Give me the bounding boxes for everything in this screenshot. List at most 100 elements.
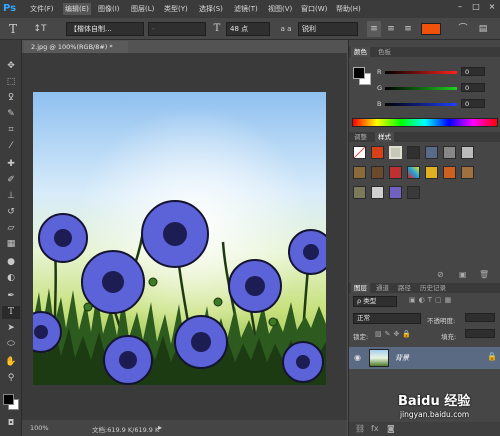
channel-r-slider[interactable]	[385, 71, 457, 74]
new-style-icon[interactable]: ▣	[459, 270, 467, 279]
menu-image[interactable]: 图像(I)	[98, 3, 120, 15]
dodge-tool-icon[interactable]: ◐	[2, 272, 20, 285]
tab-channels[interactable]: 通道	[373, 283, 392, 293]
tab-paths[interactable]: 路径	[395, 283, 414, 293]
channel-g-slider[interactable]	[385, 87, 457, 90]
minimize-button[interactable]: –	[453, 1, 467, 13]
style-swatch[interactable]	[425, 146, 438, 159]
text-orientation-icon[interactable]: ↕T	[33, 21, 47, 37]
layer-row-background[interactable]: ◉ 背景 🔒	[349, 347, 500, 369]
align-center-icon[interactable]: ≡	[384, 21, 398, 37]
style-swatch[interactable]	[443, 146, 456, 159]
layer-name[interactable]: 背景	[395, 353, 409, 363]
menu-edit[interactable]: 编辑(E)	[63, 3, 91, 15]
layer-style-icon[interactable]: fx	[371, 424, 379, 433]
warp-text-icon[interactable]: ⌒	[456, 21, 470, 37]
tab-swatches[interactable]: 色板	[375, 47, 394, 57]
pen-tool-icon[interactable]: ✒	[2, 290, 20, 303]
layer-filter-icons[interactable]: ▣◐T▢▦	[409, 296, 454, 304]
healing-brush-tool-icon[interactable]: ✚	[2, 158, 20, 171]
tab-history[interactable]: 历史记录	[417, 283, 449, 293]
move-tool-icon[interactable]: ✥	[2, 60, 20, 73]
blend-mode-select[interactable]: 正常	[353, 313, 421, 324]
opacity-field[interactable]	[465, 313, 495, 322]
style-swatch[interactable]	[407, 146, 420, 159]
font-size-select[interactable]: 48 点	[226, 22, 270, 36]
fg-color-chip[interactable]	[353, 67, 365, 79]
tab-adjustments[interactable]: 调整	[351, 132, 370, 142]
font-style-select[interactable]: -	[148, 22, 206, 36]
menu-view[interactable]: 视图(V)	[268, 3, 292, 15]
style-swatch[interactable]	[443, 166, 456, 179]
blur-tool-icon[interactable]: ●	[2, 256, 20, 269]
quick-select-tool-icon[interactable]: ✎	[2, 108, 20, 121]
add-mask-icon[interactable]: ◙	[387, 424, 395, 433]
lock-icons[interactable]: ▨✎✥🔒	[375, 330, 414, 338]
style-swatch[interactable]	[371, 146, 384, 159]
tab-styles[interactable]: 样式	[375, 132, 394, 142]
close-button[interactable]: ×	[485, 1, 499, 13]
zoom-tool-icon[interactable]: ⚲	[2, 372, 20, 385]
style-swatch[interactable]	[389, 186, 402, 199]
delete-style-icon[interactable]: 🗑	[479, 270, 489, 279]
text-color-swatch[interactable]	[421, 23, 441, 35]
hand-tool-icon[interactable]: ✋	[2, 356, 20, 369]
path-select-tool-icon[interactable]: ➤	[2, 322, 20, 335]
menu-help[interactable]: 帮助(H)	[336, 3, 361, 15]
style-swatch[interactable]	[371, 186, 384, 199]
anti-alias-select[interactable]: 锐利	[298, 22, 358, 36]
layer-filter-select[interactable]: ρ 类型	[353, 296, 397, 307]
crop-tool-icon[interactable]: ⌗	[2, 124, 20, 137]
type-tool-icon[interactable]: T	[6, 21, 20, 37]
character-panel-icon[interactable]: ▤	[476, 21, 490, 37]
style-swatch[interactable]	[407, 186, 420, 199]
menu-window[interactable]: 窗口(W)	[301, 3, 327, 15]
document-canvas[interactable]	[33, 92, 326, 385]
style-swatch[interactable]	[407, 166, 420, 179]
eyedropper-tool-icon[interactable]: ⁄	[2, 140, 20, 153]
zoom-level[interactable]: 100%	[30, 424, 49, 432]
foreground-color-swatch[interactable]	[3, 394, 14, 405]
color-spectrum-bar[interactable]	[352, 118, 498, 127]
channel-g-value[interactable]: 0	[461, 83, 485, 92]
visibility-eye-icon[interactable]: ◉	[354, 353, 361, 362]
channel-b-slider[interactable]	[385, 103, 457, 106]
style-swatch[interactable]	[425, 166, 438, 179]
canvas-area[interactable]	[22, 53, 347, 420]
status-menu-arrow-icon[interactable]: ▸	[158, 423, 162, 432]
style-none[interactable]	[353, 146, 366, 159]
link-layers-icon[interactable]: ⛓	[355, 424, 365, 433]
type-tool-button-icon[interactable]: T	[2, 306, 20, 319]
font-family-select[interactable]: 【楷体自制...	[66, 22, 144, 36]
tab-color[interactable]: 颜色	[351, 47, 370, 57]
tab-layers[interactable]: 图层	[351, 283, 370, 293]
fill-field[interactable]	[465, 329, 495, 338]
style-swatch[interactable]	[353, 166, 366, 179]
style-swatch[interactable]	[371, 166, 384, 179]
align-right-icon[interactable]: ≡	[401, 21, 415, 37]
align-left-icon[interactable]: ≡	[367, 21, 381, 37]
maximize-button[interactable]: □	[469, 1, 483, 13]
menu-type[interactable]: 类型(Y)	[164, 3, 188, 15]
channel-r-value[interactable]: 0	[461, 67, 485, 76]
lasso-tool-icon[interactable]: ꝿ	[2, 92, 20, 105]
shape-tool-icon[interactable]: ⬭	[2, 338, 20, 351]
menu-file[interactable]: 文件(F)	[30, 3, 54, 15]
document-tab[interactable]: 2.jpg @ 100%(RGB/8#) *	[24, 41, 128, 53]
style-swatch[interactable]	[389, 146, 402, 159]
menu-select[interactable]: 选择(S)	[199, 3, 223, 15]
history-brush-tool-icon[interactable]: ↺	[2, 206, 20, 219]
style-swatch[interactable]	[353, 186, 366, 199]
eraser-tool-icon[interactable]: ▱	[2, 222, 20, 235]
style-swatch[interactable]	[461, 166, 474, 179]
clone-stamp-tool-icon[interactable]: ⊥	[2, 190, 20, 203]
menu-layer[interactable]: 图层(L)	[131, 3, 154, 15]
style-swatch[interactable]	[389, 166, 402, 179]
clear-style-icon[interactable]: ⊘	[437, 270, 444, 279]
brush-tool-icon[interactable]: ✐	[2, 174, 20, 187]
menu-filter[interactable]: 滤镜(T)	[234, 3, 258, 15]
gradient-tool-icon[interactable]: ▦	[2, 238, 20, 251]
channel-b-value[interactable]: 0	[461, 99, 485, 108]
quick-mask-icon[interactable]: ◘	[2, 416, 20, 429]
style-swatch[interactable]	[461, 146, 474, 159]
